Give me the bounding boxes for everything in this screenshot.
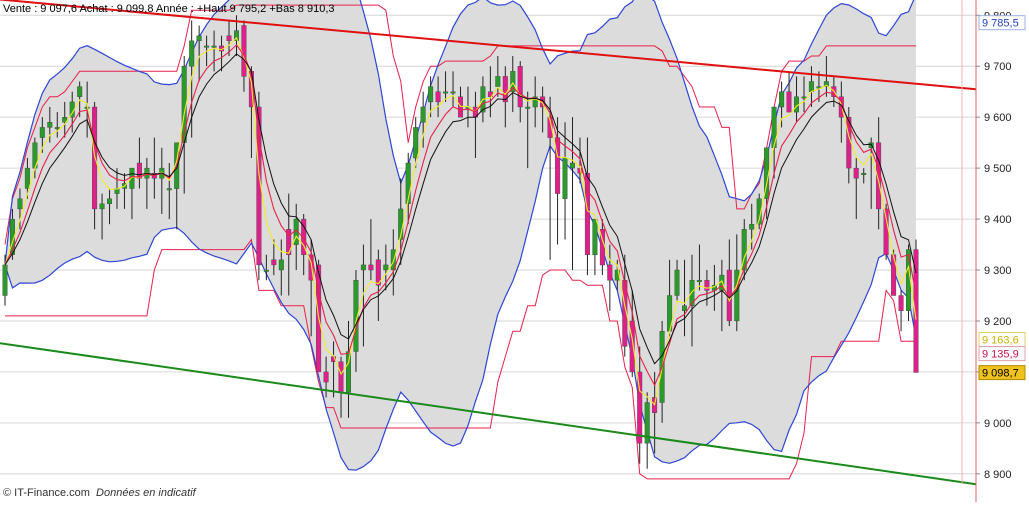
y-axis-ticks: 8 9009 0009 1009 2009 3009 4009 5009 600… [976,10,1012,481]
candle-body-down [435,91,441,103]
price-label: 9 785,5 [978,15,1026,31]
candle-body-up [360,264,366,271]
candle-body-up [696,280,702,282]
candle-body-up [47,122,53,128]
candle-body-down [853,167,859,179]
candle-body-up [204,45,210,48]
candle-body-up [674,269,680,296]
y-tick-label: 8 900 [984,469,1012,481]
candle-body-up [428,86,434,103]
price-label-text: 9 785,5 [982,18,1019,30]
price-label: 9 163,6 [978,332,1026,347]
price-label-text: 9 163,6 [982,335,1019,347]
quote-header: Vente : 9 097,6 Achat : 9 099,8 Année : … [3,3,335,15]
y-tick-label: 9 700 [984,61,1012,73]
y-tick-label: 9 300 [984,265,1012,277]
candle-body-down [704,280,710,291]
candle-body-down [241,25,247,77]
candle-body-down [92,106,98,210]
candle-body-up [443,91,449,94]
candle-body-up [592,218,598,256]
candle-body-down [898,295,904,312]
y-tick-label: 9 600 [984,112,1012,124]
candle-body-down [517,65,523,108]
candle-body-up [2,264,8,296]
copyright-text: © IT-Finance.com [3,487,90,499]
candle-body-up [682,305,688,312]
candle-body-down [786,91,792,113]
candle-body-up [383,264,389,271]
candle [898,290,904,332]
candlestick-chart: 8 9009 0009 1009 2009 3009 4009 5009 600… [0,0,1026,502]
candle-body-up [779,91,785,108]
candle-body-down [458,96,464,118]
price-label-text: 9 098,7 [982,368,1019,380]
candle-body-up [346,351,352,393]
price-label-text: 9 135,9 [982,349,1019,361]
candle-body-up [39,127,45,138]
price-label: 9 135,9 [978,346,1026,362]
candle-body-up [771,106,777,148]
candle [644,392,650,469]
candle-body-up [801,96,807,99]
candle-body-up [166,188,172,191]
candle [592,218,598,276]
candle-body-up [413,127,419,159]
candle-body-up [570,162,576,169]
candle-body-down [271,259,277,266]
candle-body-up [861,172,867,175]
disclaimer-text: Données en indicatif [96,487,196,499]
candle-body-up [99,203,105,210]
chart: 8 9009 0009 1009 2009 3009 4009 5009 600… [0,0,1029,502]
candle-body-up [495,76,501,87]
candle-body-up [749,223,755,230]
candle-body-up [450,91,456,94]
candle-body-up [562,157,568,199]
candle-body-up [189,40,195,67]
footer: © IT-Finance.com Données en indicatif [3,487,196,499]
candle-body-up [106,198,112,204]
candle-body-up [278,259,284,271]
candle-body-up [54,127,60,130]
candle [786,71,792,113]
candle-body-up [196,35,202,42]
candle-body-down [338,361,344,393]
candle-body-down [555,137,561,194]
candle-body-up [808,81,814,92]
candle-body-up [17,198,23,210]
candle-body-down [226,35,232,42]
y-tick-label: 9 200 [984,316,1012,328]
candle-body-up [24,167,30,189]
candle-body-down [368,264,374,271]
candle-body-down [323,371,329,383]
candle-body-up [420,106,426,123]
candle-body-up [211,45,217,48]
candle-body-up [77,86,83,97]
y-tick-label: 9 400 [984,214,1012,226]
y-tick-label: 9 000 [984,418,1012,430]
candle-body-up [263,269,269,272]
price-label: 9 098,7 [978,365,1026,381]
candle-body-down [607,264,613,281]
candle-body-up [525,106,531,109]
y-tick-label: 9 500 [984,163,1012,175]
